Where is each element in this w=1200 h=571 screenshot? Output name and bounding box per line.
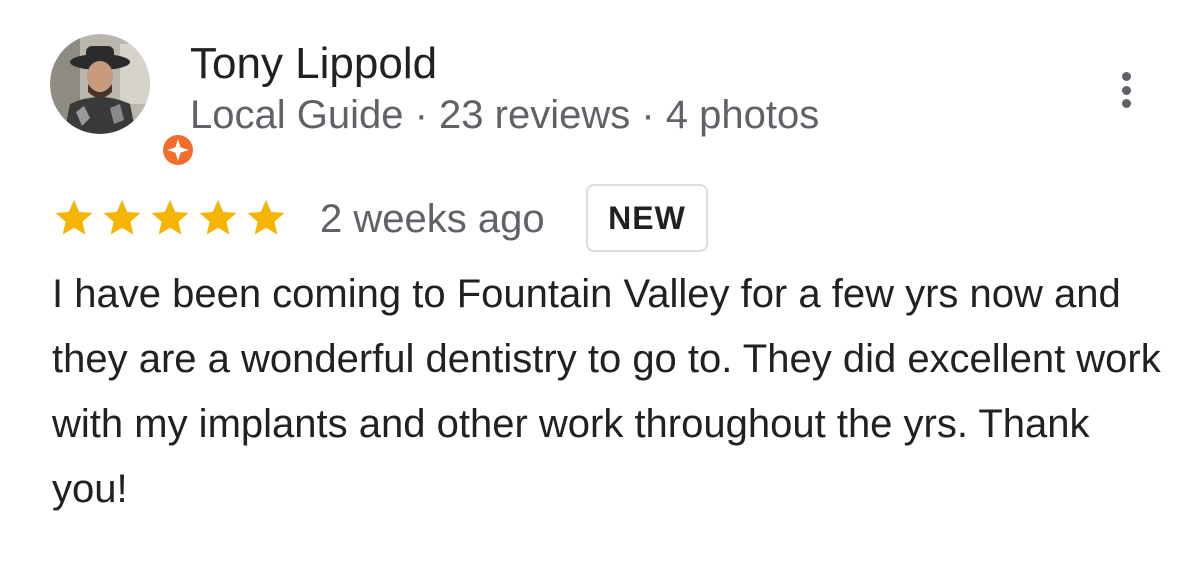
reviewer-name[interactable]: Tony Lippold (190, 38, 437, 90)
new-badge: NEW (586, 184, 708, 252)
more-dot (1121, 72, 1131, 81)
star-rating (52, 196, 288, 240)
more-vertical-icon[interactable] (1108, 68, 1144, 112)
star-icon (151, 200, 189, 235)
star-icon (199, 200, 237, 235)
star-icon (247, 200, 285, 235)
avatar-photo (50, 34, 150, 134)
star-icon (103, 200, 141, 235)
more-dot (1121, 85, 1131, 95)
review-time: 2 weeks ago (320, 197, 545, 241)
review-text: I have been coming to Fountain Valley fo… (52, 272, 1161, 511)
more-dot (1121, 99, 1131, 108)
reviewer-avatar[interactable] (50, 34, 196, 168)
review-card: Tony Lippold Local Guide · 23 reviews · … (0, 0, 1200, 571)
reviewer-meta: Local Guide · 23 reviews · 4 photos (190, 93, 820, 137)
star-icon (55, 200, 93, 235)
